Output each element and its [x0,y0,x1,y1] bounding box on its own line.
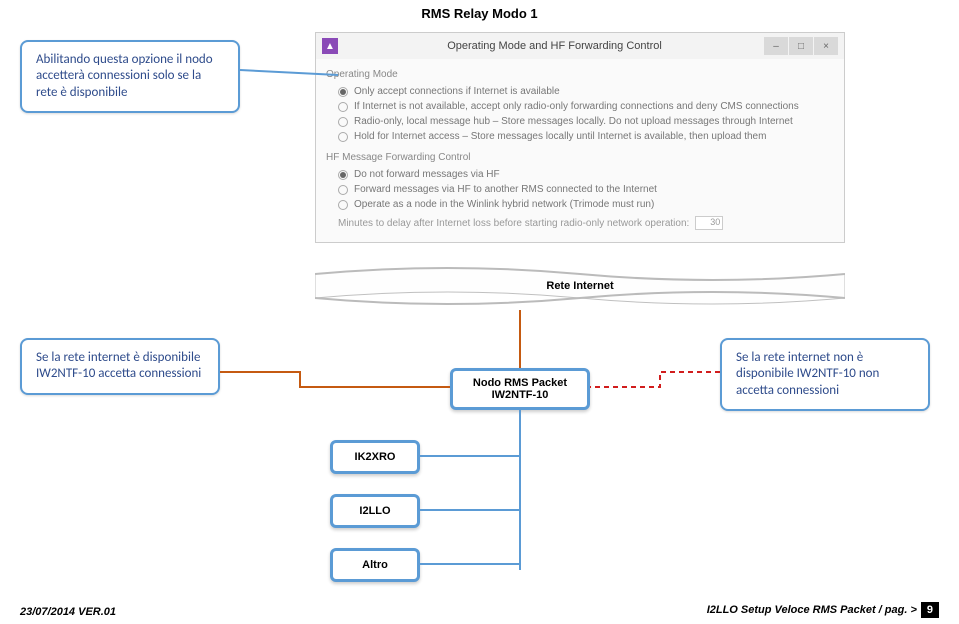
delay-label: Minutes to delay after Internet loss bef… [338,218,689,229]
client-box: IK2XRO [330,440,420,474]
radio-option[interactable]: Do not forward messages via HF [326,167,834,182]
operating-mode-label: Operating Mode [326,69,834,80]
radio-icon [338,87,348,97]
node-rms-packet: Nodo RMS Packet IW2NTF-10 [450,368,590,410]
node-callsign: IW2NTF-10 [461,389,579,401]
node-title: Nodo RMS Packet [461,377,579,389]
footer-doc-title: I2LLO Setup Veloce RMS Packet / pag. > 9 [707,602,939,618]
radio-option[interactable]: Hold for Internet access – Store message… [326,129,834,144]
window-max-button[interactable]: □ [789,37,813,55]
radio-label: Hold for Internet access – Store message… [354,131,766,142]
hf-forwarding-label: HF Message Forwarding Control [326,152,834,163]
client-box: Altro [330,548,420,582]
radio-option[interactable]: Only accept connections if Internet is a… [326,84,834,99]
radio-icon [338,132,348,142]
settings-window: ▲ Operating Mode and HF Forwarding Contr… [315,32,845,243]
delay-row: Minutes to delay after Internet loss bef… [326,212,834,232]
radio-label: Operate as a node in the Winlink hybrid … [354,199,654,210]
radio-icon [338,170,348,180]
callout-internet-unavailable: Se la rete internet non è disponibile IW… [720,338,930,411]
radio-icon [338,185,348,195]
radio-option[interactable]: Radio-only, local message hub – Store me… [326,114,834,129]
window-close-button[interactable]: × [814,37,838,55]
window-app-icon: ▲ [322,38,338,54]
callout-internet-available: Se la rete internet è disponibile IW2NTF… [20,338,220,395]
radio-icon [338,117,348,127]
delay-input[interactable]: 30 [695,216,723,230]
radio-label: Radio-only, local message hub – Store me… [354,116,793,127]
radio-icon [338,102,348,112]
radio-label: Do not forward messages via HF [354,169,500,180]
page-title: RMS Relay Modo 1 [421,6,537,21]
radio-label: Forward messages via HF to another RMS c… [354,184,657,195]
page-number: 9 [921,602,939,618]
client-box: I2LLO [330,494,420,528]
footer-text: I2LLO Setup Veloce RMS Packet / pag. > [707,604,917,616]
footer-date-version: 23/07/2014 VER.01 [20,606,116,618]
radio-icon [338,200,348,210]
radio-option[interactable]: Operate as a node in the Winlink hybrid … [326,197,834,212]
window-titlebar: ▲ Operating Mode and HF Forwarding Contr… [316,33,844,59]
radio-option[interactable]: If Internet is not available, accept onl… [326,99,834,114]
radio-option[interactable]: Forward messages via HF to another RMS c… [326,182,834,197]
callout-enable-option: Abilitando questa opzione il nodo accett… [20,40,240,113]
radio-label: Only accept connections if Internet is a… [354,86,560,97]
internet-label: Rete Internet [546,280,613,292]
radio-label: If Internet is not available, accept onl… [354,101,799,112]
window-min-button[interactable]: – [764,37,788,55]
window-title: Operating Mode and HF Forwarding Control [346,40,763,52]
internet-banner: Rete Internet [315,262,845,310]
